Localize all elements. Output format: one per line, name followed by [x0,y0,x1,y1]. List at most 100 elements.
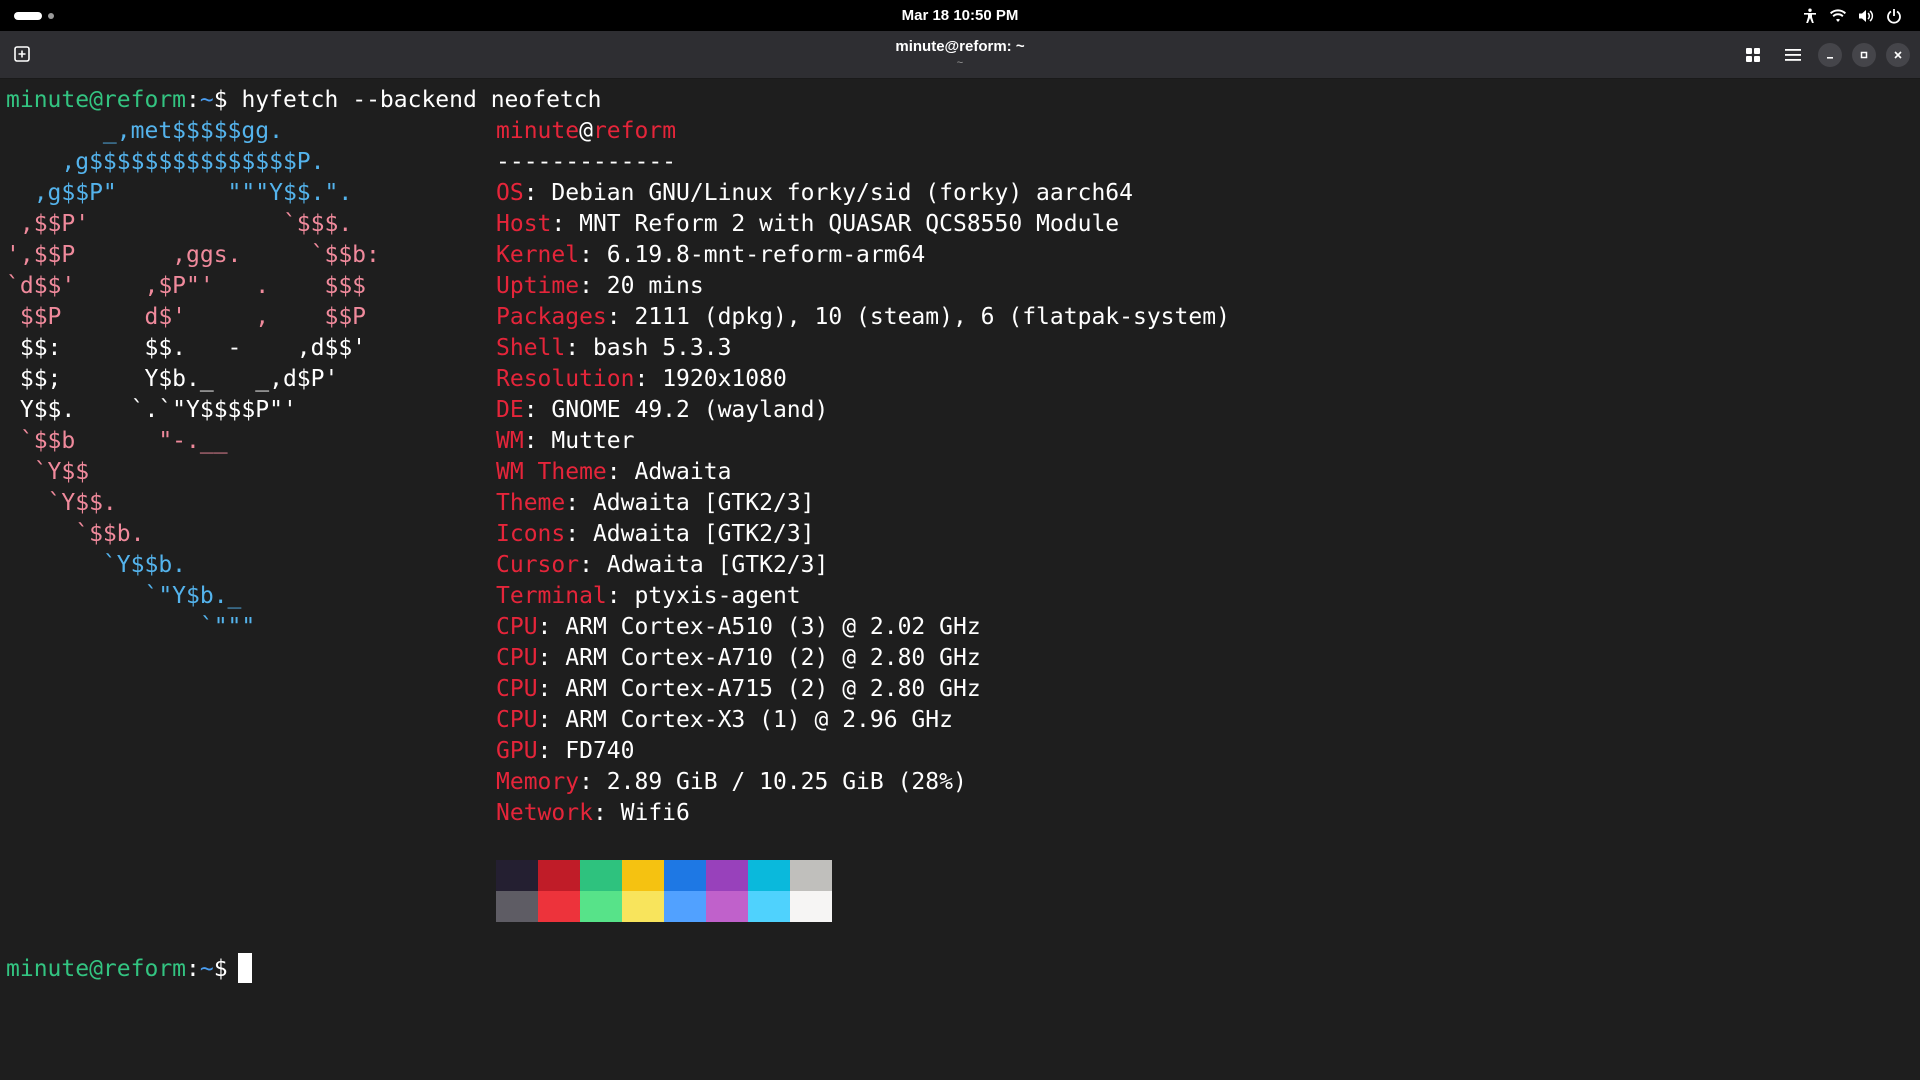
info-key: Memory [496,769,580,795]
ascii-art-segment: `Y$$ [6,459,90,485]
ascii-art-line: ,g$$$$$$$$$$$$$$$P. [6,147,324,178]
volume-icon[interactable] [1852,0,1880,31]
accessibility-icon[interactable] [1796,0,1824,31]
prompt-user-host: minute@reform [6,956,187,982]
ascii-art-segment: _,met$$$$$gg. [6,118,283,144]
info-value: ptyxis-agent [634,583,801,609]
close-button[interactable] [1886,43,1910,67]
info-value: 1920x1080 [662,366,787,392]
info-value: Mutter [551,428,635,454]
info-row: CPU: ARM Cortex-X3 (1) @ 2.96 GHz [496,705,1230,736]
palette-swatch-normal [538,860,580,891]
clock[interactable]: Mar 18 10:50 PM [0,0,1920,31]
command-line: minute@reform:~$ hyfetch --backend neofe… [6,85,601,116]
wifi-icon[interactable] [1824,0,1852,31]
info-value: 2111 (dpkg), 10 (steam), 6 (flatpak-syst… [634,304,1230,330]
ascii-art-segment: ,g$$P" """Y$$.". [6,180,353,206]
info-value: Adwaita [GTK2/3] [592,521,815,547]
palette-swatch-bright [538,891,580,922]
info-key: Uptime [496,273,580,299]
ascii-art-segment: $$; Y$b._ _,d$P' [6,366,339,392]
ascii-art-line: $$: $$. - ,d$$' [6,333,366,364]
ascii-art-line: `$$b "-.__ [6,426,228,457]
info-value: MNT Reform 2 with QUASAR QCS8550 Module [579,211,1120,237]
ascii-art-segment: `"Y$b._ [6,583,242,609]
ascii-art-line: $$; Y$b._ _,d$P' [6,364,339,395]
info-row: Host: MNT Reform 2 with QUASAR QCS8550 M… [496,209,1230,240]
ascii-art-segment: `Y$$. [6,490,117,516]
info-key: Packages [496,304,607,330]
info-row: CPU: ARM Cortex-A710 (2) @ 2.80 GHz [496,643,1230,674]
main-menu-button[interactable] [1778,40,1808,70]
prompt-colon: : [186,956,200,982]
palette-swatch-bright [748,891,790,922]
ascii-art-segment: `$$b "-.__ [6,428,228,454]
minimize-button[interactable] [1818,43,1842,67]
window-subtitle: ~ [956,57,964,69]
ascii-art-segment: `""" [6,614,256,640]
info-colon: : [579,242,607,268]
info-row: DE: GNOME 49.2 (wayland) [496,395,1230,426]
info-colon: : [537,738,566,764]
info-row: Cursor: Adwaita [GTK2/3] [496,550,1230,581]
info-value: ARM Cortex-A710 (2) @ 2.80 GHz [565,645,981,671]
active-prompt-line[interactable]: minute@reform:~$ [6,953,252,984]
info-colon: : [565,521,593,547]
info-row: Resolution: 1920x1080 [496,364,1230,395]
prompt-path: ~ [199,956,214,982]
info-value: ARM Cortex-A510 (3) @ 2.02 GHz [565,614,981,640]
info-colon: : [565,490,593,516]
palette-swatch-bright [580,891,622,922]
palette-swatch-normal [580,860,622,891]
info-row: Packages: 2111 (dpkg), 10 (steam), 6 (fl… [496,302,1230,333]
info-row: WM: Mutter [496,426,1230,457]
info-key: GPU [496,738,538,764]
maximize-button[interactable] [1852,43,1876,67]
window-title: minute@reform: ~ [895,38,1025,55]
ascii-art-segment: $$P d$' , $$P [6,304,367,330]
ascii-art-segment: ',$$P ,ggs. `$$b: [6,242,380,268]
info-key: Resolution [496,366,635,392]
info-value: 6.19.8-mnt-reform-arm64 [606,242,926,268]
info-key: Theme [496,490,566,516]
info-key: OS [496,180,524,206]
color-palette [496,860,832,922]
info-colon: : [579,273,607,299]
info-colon: : [537,707,566,733]
power-icon[interactable] [1880,0,1908,31]
info-key: Terminal [496,583,607,609]
palette-swatch-normal [496,860,538,891]
top-bar: Mar 18 10:50 PM [0,0,1920,31]
info-key: Host [496,211,552,237]
info-row: CPU: ARM Cortex-A715 (2) @ 2.80 GHz [496,674,1230,705]
close-icon [1894,51,1902,59]
info-value: Adwaita [GTK2/3] [606,552,829,578]
maximize-icon [1860,51,1868,59]
info-row: CPU: ARM Cortex-A510 (3) @ 2.02 GHz [496,612,1230,643]
palette-swatch-bright [706,891,748,922]
ascii-art-line: `Y$$. [6,488,117,519]
info-user: minute [496,118,580,144]
tab-overview-button[interactable] [1738,40,1768,70]
info-value: GNOME 49.2 (wayland) [551,397,829,423]
info-separator: ------------- [496,149,677,175]
palette-swatch-normal [790,860,832,891]
ascii-art-line: $$P d$' , $$P [6,302,366,333]
terminal-header-bar: minute@reform: ~ ~ [0,31,1920,79]
info-key: DE [496,397,524,423]
info-key: WM [496,428,524,454]
palette-swatch-bright [790,891,832,922]
prompt-colon: : [186,87,200,113]
info-colon: : [523,428,552,454]
tab-overview-icon [1746,48,1760,62]
palette-swatch-normal [664,860,706,891]
info-row: Theme: Adwaita [GTK2/3] [496,488,1230,519]
prompt-dollar: $ [213,956,228,982]
system-tray[interactable] [1796,0,1908,31]
info-colon: : [551,211,580,237]
ascii-art-segment: `d$$' ,$P"' . $$$ [6,273,367,299]
terminal-view[interactable]: minute@reform:~$ hyfetch --backend neofe… [0,79,1920,1080]
info-colon: : [606,583,635,609]
info-rows: OS: Debian GNU/Linux forky/sid (forky) a… [496,178,1230,829]
info-key: CPU [496,676,538,702]
